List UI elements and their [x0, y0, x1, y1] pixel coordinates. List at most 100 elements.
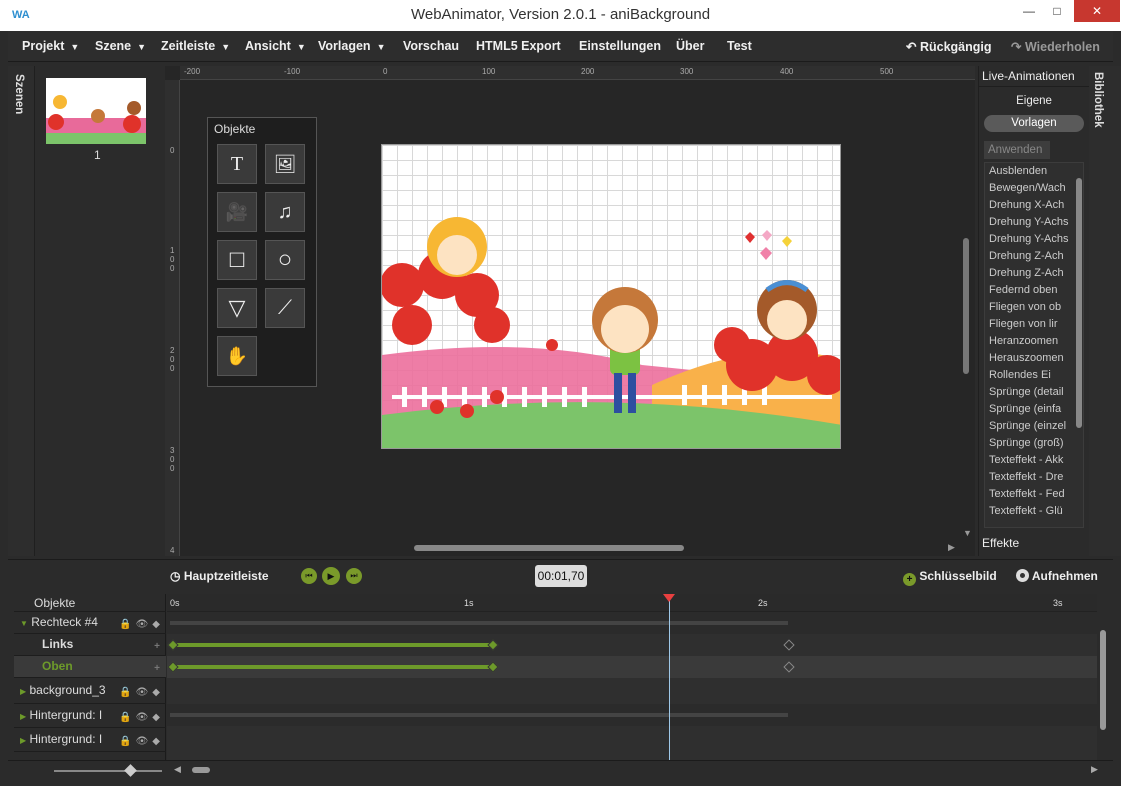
hand-tool-icon[interactable]: ✋ — [217, 336, 257, 376]
skip-forward-icon[interactable]: ⏭ — [346, 568, 362, 584]
library-tab[interactable]: Bibliothek — [1092, 72, 1104, 128]
row-icons[interactable]: 🔒👁◆ — [119, 681, 164, 705]
animation-list-item[interactable]: Bewegen/Wach — [985, 180, 1071, 197]
scene-thumbnail[interactable] — [46, 78, 146, 144]
keyframe-diamond-icon[interactable] — [783, 661, 795, 673]
time-display[interactable]: 00:01,70 — [535, 565, 587, 587]
apply-button[interactable]: Anwenden — [984, 141, 1050, 159]
scroll-thumb[interactable] — [1076, 178, 1082, 428]
menu-projekt[interactable]: Projekt ▼ — [22, 39, 79, 53]
menu-ueber[interactable]: Über — [676, 39, 704, 53]
scenes-tab[interactable]: Szenen — [13, 74, 25, 114]
keyframe-diamond-icon[interactable] — [487, 639, 499, 651]
menu-einstellungen[interactable]: Einstellungen — [579, 39, 661, 53]
text-tool-icon[interactable]: T — [217, 144, 257, 184]
animation-list-item[interactable]: Texteffekt - Akk — [985, 452, 1071, 469]
track-bar[interactable] — [170, 713, 788, 717]
minimize-button[interactable]: — — [1014, 0, 1044, 22]
stage-vertical-scrollbar[interactable] — [963, 238, 969, 374]
menu-vorlagen[interactable]: Vorlagen ▼ — [318, 39, 385, 53]
timeline-row-rechteck[interactable]: ▼ Rechteck #4 🔒👁◆ — [14, 612, 166, 634]
animation-list-item[interactable]: Sprünge (einfa — [985, 401, 1071, 418]
animation-list-item[interactable]: Texteffekt - Dre — [985, 469, 1071, 486]
scroll-thumb[interactable] — [1100, 630, 1106, 730]
animation-list-item[interactable]: Texteffekt - Glü — [985, 503, 1071, 520]
expand-right-icon[interactable]: ▶ — [20, 687, 26, 696]
maximize-button[interactable]: □ — [1042, 0, 1072, 22]
tab-vorlagen[interactable]: Vorlagen — [984, 115, 1084, 132]
row-icons[interactable]: 🔒👁◆ — [119, 615, 164, 635]
add-property-icon[interactable]: + — [154, 637, 164, 657]
track-hintergrund-1[interactable] — [167, 704, 1097, 726]
add-property-icon[interactable]: + — [154, 659, 164, 679]
keyframe-diamond-icon[interactable] — [167, 639, 179, 651]
playhead-line[interactable] — [669, 594, 670, 760]
keyframe-diamond-icon[interactable] — [487, 661, 499, 673]
redo-button[interactable]: ↷ Wiederholen — [1011, 39, 1100, 54]
audio-tool-icon[interactable]: ♫ — [265, 192, 305, 232]
menu-vorschau[interactable]: Vorschau — [403, 39, 459, 53]
video-tool-icon[interactable]: 🎥 — [217, 192, 257, 232]
undo-button[interactable]: ↶ Rückgängig — [906, 39, 992, 54]
animation-list-item[interactable]: Fliegen von ob — [985, 299, 1071, 316]
track-bar[interactable] — [170, 621, 788, 625]
line-tool-icon[interactable]: ⟋ — [265, 288, 305, 328]
animation-bar[interactable] — [170, 665, 492, 669]
playhead-marker-icon[interactable] — [663, 594, 675, 602]
animation-list-item[interactable]: Fliegen von lir — [985, 316, 1071, 333]
animation-list-item[interactable]: Heranzoomen — [985, 333, 1071, 350]
animation-list-item[interactable]: Sprünge (groß) — [985, 435, 1071, 452]
stage-horizontal-scrollbar[interactable] — [414, 545, 684, 551]
expand-down-icon[interactable]: ▼ — [20, 619, 28, 628]
animation-list-item[interactable]: Herauszoomen — [985, 350, 1071, 367]
scroll-right-icon[interactable]: ▶ — [948, 542, 955, 553]
scroll-down-icon[interactable]: ▼ — [963, 528, 972, 538]
animation-list[interactable]: Ausblenden Bewegen/Wach Drehung X-Ach Drehu… — [984, 162, 1084, 528]
animation-list-item[interactable]: Sprünge (einzel — [985, 418, 1071, 435]
row-icons[interactable]: 🔒👁◆ — [119, 731, 164, 753]
main-timeline-button[interactable]: ◷ Hauptzeitleiste — [170, 569, 269, 583]
animation-list-item[interactable]: Texteffekt - Fed — [985, 486, 1071, 503]
animation-list-item[interactable]: Sprünge (detail — [985, 384, 1071, 401]
expand-right-icon[interactable]: ▶ — [20, 712, 26, 721]
timeline-row-background3[interactable]: ▶ background_3 🔒👁◆ — [14, 678, 166, 704]
close-button[interactable]: ✕ — [1074, 0, 1120, 22]
animation-list-item[interactable]: Federnd oben — [985, 282, 1071, 299]
timeline-row-hintergrund-1[interactable]: ▶ Hintergrund: I 🔒👁◆ — [14, 704, 166, 728]
tab-eigene[interactable]: Eigene — [984, 93, 1084, 110]
row-icons[interactable]: 🔒👁◆ — [119, 707, 164, 729]
time-ruler[interactable]: 0s 1s 2s 3s — [167, 594, 1097, 612]
keyframe-diamond-icon[interactable] — [167, 661, 179, 673]
animation-list-item[interactable]: Drehung Z-Ach — [985, 248, 1071, 265]
menu-html5-export[interactable]: HTML5 Export — [476, 39, 561, 53]
animation-list-scrollbar[interactable] — [1075, 163, 1084, 523]
animation-list-item[interactable]: Ausblenden — [985, 163, 1071, 180]
effects-header[interactable]: Effekte — [982, 536, 1019, 550]
zoom-slider-handle[interactable] — [124, 764, 137, 777]
menu-ansicht[interactable]: Ansicht ▼ — [245, 39, 306, 53]
background-illustration[interactable] — [382, 145, 841, 449]
skip-back-icon[interactable]: ⏮ — [301, 568, 317, 584]
animation-list-item[interactable]: Drehung Z-Ach — [985, 265, 1071, 282]
menu-zeitleiste[interactable]: Zeitleiste ▼ — [161, 39, 230, 53]
rectangle-tool-icon[interactable]: □ — [217, 240, 257, 280]
timeline-row-oben[interactable]: Oben + — [14, 656, 166, 678]
zoom-slider[interactable] — [54, 770, 162, 772]
keyframe-button[interactable]: + Schlüsselbild — [903, 569, 997, 586]
timeline-vertical-scrollbar[interactable] — [1099, 610, 1107, 758]
animation-list-item[interactable]: Drehung X-Ach — [985, 197, 1071, 214]
record-button[interactable]: Aufnehmen — [1016, 569, 1098, 583]
scroll-left-icon[interactable]: ◀ — [174, 764, 181, 775]
animation-list-item[interactable]: Rollendes Ei — [985, 367, 1071, 384]
circle-tool-icon[interactable]: ○ — [265, 240, 305, 280]
track-rechteck[interactable] — [167, 612, 1097, 634]
play-icon[interactable]: ▶ — [322, 567, 340, 585]
triangle-tool-icon[interactable]: ▽ — [217, 288, 257, 328]
menu-szene[interactable]: Szene ▼ — [95, 39, 146, 53]
timeline-horizontal-scroll-thumb[interactable] — [192, 767, 210, 773]
menu-test[interactable]: Test — [727, 39, 752, 53]
scroll-right-icon[interactable]: ▶ — [1091, 764, 1098, 775]
animation-list-item[interactable]: Drehung Y-Achs — [985, 231, 1071, 248]
keyframe-diamond-icon[interactable] — [783, 639, 795, 651]
image-tool-icon[interactable]: 🖼 — [265, 144, 305, 184]
